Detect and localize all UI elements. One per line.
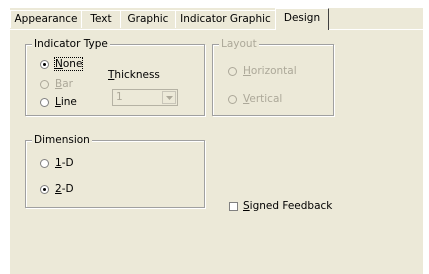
radio-indicator: [40, 158, 49, 168]
radio-indicator: [40, 59, 49, 69]
dimension-title: Dimension: [32, 133, 92, 147]
radio-2d[interactable]: 2-D: [40, 182, 74, 196]
radio-none[interactable]: None: [40, 57, 84, 71]
radio-2d-label: 2-D: [55, 183, 74, 195]
indicator-type-title: Indicator Type: [32, 37, 110, 51]
radio-bar-label: Bar: [55, 78, 73, 90]
signed-feedback-label: Signed Feedback: [243, 200, 333, 212]
radio-bar[interactable]: Bar: [40, 77, 73, 91]
radio-horizontal-label: Horizontal: [243, 65, 297, 77]
radio-indicator: [228, 94, 237, 104]
tab-label: Graphic: [127, 13, 169, 25]
radio-horizontal[interactable]: Horizontal: [228, 64, 297, 78]
tab-graphic[interactable]: Graphic: [120, 10, 176, 28]
radio-indicator: [228, 66, 237, 76]
radio-indicator: [40, 79, 49, 89]
layout-title: Layout: [219, 37, 259, 51]
tab-appearance[interactable]: Appearance: [10, 10, 82, 28]
tab-text[interactable]: Text: [81, 10, 121, 28]
thickness-select[interactable]: 1: [112, 89, 178, 106]
tab-label: Appearance: [14, 13, 78, 25]
tab-indicator-graphic[interactable]: Indicator Graphic: [175, 10, 276, 28]
radio-1d[interactable]: 1-D: [40, 156, 74, 170]
thickness-value: 1: [116, 91, 123, 103]
radio-line[interactable]: Line: [40, 95, 77, 109]
radio-vertical[interactable]: Vertical: [228, 92, 282, 106]
tab-label: Design: [283, 12, 321, 24]
chevron-down-icon[interactable]: [162, 91, 176, 104]
tab-strip: Appearance Text Graphic Indicator Graphi…: [10, 8, 423, 30]
radio-vertical-label: Vertical: [243, 93, 283, 105]
radio-indicator: [40, 97, 49, 107]
radio-indicator: [40, 184, 49, 194]
tab-design[interactable]: Design: [275, 8, 329, 30]
checkbox-indicator: [229, 201, 238, 211]
tab-baseline: [10, 29, 423, 30]
radio-1d-label: 1-D: [55, 157, 74, 169]
tab-label: Text: [90, 13, 112, 25]
thickness-label: Thickness: [108, 69, 160, 81]
dimension-group: Dimension: [25, 133, 205, 208]
tab-label: Indicator Graphic: [180, 13, 271, 25]
radio-line-label: Line: [55, 96, 77, 108]
radio-none-label: None: [53, 57, 84, 71]
signed-feedback-checkbox[interactable]: Signed Feedback: [229, 200, 332, 212]
